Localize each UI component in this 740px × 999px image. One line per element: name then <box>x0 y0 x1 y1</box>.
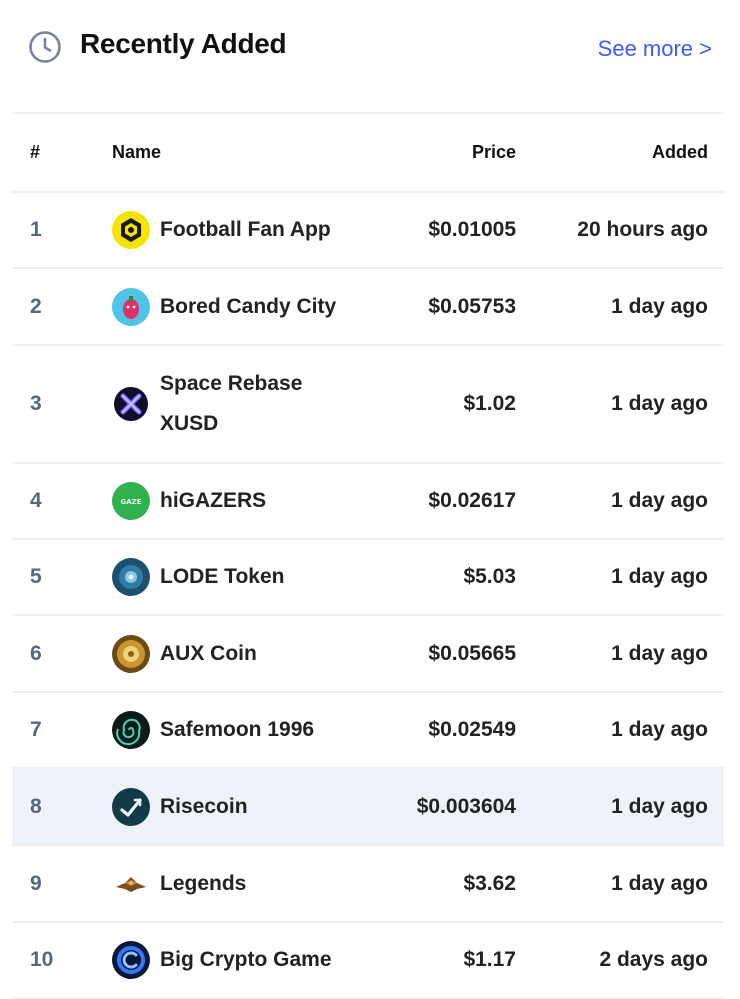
row-price: $0.02617 <box>428 489 516 512</box>
table-row[interactable]: 8 Risecoin $0.003604 1 day ago <box>12 768 724 845</box>
risecoin-logo <box>112 787 150 826</box>
row-price: $0.01005 <box>428 218 516 241</box>
row-rank: 3 <box>30 392 42 415</box>
lode-token-logo <box>112 558 150 596</box>
row-price: $0.02549 <box>428 718 516 741</box>
column-added-header[interactable]: Added <box>517 113 724 192</box>
coin-name-link[interactable]: Risecoin <box>160 787 248 827</box>
row-added: 1 day ago <box>611 794 708 818</box>
coin-name-link[interactable]: Safemoon 1996 <box>160 710 314 750</box>
row-added: 1 day ago <box>611 871 708 895</box>
row-price: $1.02 <box>463 392 516 415</box>
row-rank: 6 <box>30 641 42 665</box>
row-price: $0.05665 <box>428 641 516 665</box>
coin-name-link[interactable]: Legends <box>160 864 246 904</box>
row-added: 1 day ago <box>611 294 708 318</box>
coin-name-link[interactable]: Space Rebase XUSD <box>160 364 364 444</box>
safemoon-1996-logo <box>112 711 150 749</box>
table-row[interactable]: 3 Space Rebase XUSD $1.02 1 day ago <box>12 345 724 463</box>
row-rank: 4 <box>30 489 42 512</box>
table-row[interactable]: 2 Bored Candy City $0.05753 1 day ago <box>12 268 724 345</box>
row-rank: 2 <box>30 294 42 318</box>
row-price: $3.62 <box>463 871 516 895</box>
coin-name-link[interactable]: Football Fan App <box>160 210 331 250</box>
coin-name-link[interactable]: hiGAZERS <box>160 481 266 521</box>
svg-text:GAZE: GAZE <box>120 498 141 506</box>
see-more-link[interactable]: See more > <box>598 36 712 62</box>
coin-name-link[interactable]: Bored Candy City <box>160 287 336 327</box>
space-rebase-xusd-logo <box>112 385 150 423</box>
football-fan-app-logo <box>112 211 150 249</box>
coin-name-link[interactable]: Big Crypto Game <box>160 940 332 980</box>
bored-candy-city-logo <box>112 287 150 326</box>
higazers-logo: GAZE <box>112 482 150 520</box>
row-rank: 10 <box>30 948 54 971</box>
row-rank: 5 <box>30 565 42 588</box>
table-row[interactable]: 10 Big Crypto Game $1.17 2 days ago <box>12 922 724 998</box>
row-price: $0.05753 <box>428 294 516 318</box>
row-added: 1 day ago <box>611 718 708 741</box>
recently-added-table: # Name Price Added 1 Football Fan App $0… <box>12 112 724 999</box>
column-price-header[interactable]: Price <box>365 113 517 192</box>
column-name-header[interactable]: Name <box>111 113 365 192</box>
table-header-row: # Name Price Added <box>12 113 724 192</box>
table-row[interactable]: 1 Football Fan App $0.01005 20 hours ago <box>12 192 724 268</box>
row-rank: 9 <box>30 871 42 895</box>
column-rank-header[interactable]: # <box>12 113 111 192</box>
table-row[interactable]: 7 Safemoon 1996 $0.02549 1 day ago <box>12 692 724 768</box>
row-added: 2 days ago <box>599 948 708 971</box>
table-row[interactable]: 4 GAZE hiGAZERS $0.02617 1 day ago <box>12 463 724 539</box>
aux-coin-logo <box>112 634 150 673</box>
coin-name-link[interactable]: AUX Coin <box>160 634 257 674</box>
row-added: 1 day ago <box>611 489 708 512</box>
row-price: $1.17 <box>463 948 516 971</box>
clock-icon <box>29 31 61 63</box>
coin-name-link[interactable]: LODE Token <box>160 557 284 597</box>
row-added: 1 day ago <box>611 565 708 588</box>
row-rank: 8 <box>30 794 42 818</box>
big-crypto-game-logo <box>112 941 150 979</box>
row-rank: 1 <box>30 218 42 241</box>
table-row[interactable]: 5 LODE Token $5.03 1 day ago <box>12 539 724 615</box>
row-added: 20 hours ago <box>577 218 708 241</box>
row-rank: 7 <box>30 718 42 741</box>
row-added: 1 day ago <box>611 392 708 415</box>
recently-added-header: Recently Added See more > <box>0 0 740 112</box>
section-title: Recently Added <box>80 28 287 59</box>
row-added: 1 day ago <box>611 641 708 665</box>
row-price: $5.03 <box>463 565 516 588</box>
legends-logo <box>112 865 150 903</box>
table-row[interactable]: 6 AUX Coin $0.05665 1 day ago <box>12 615 724 692</box>
table-row[interactable]: 9 Legends $3.62 1 day ago <box>12 845 724 922</box>
row-price: $0.003604 <box>416 794 516 818</box>
